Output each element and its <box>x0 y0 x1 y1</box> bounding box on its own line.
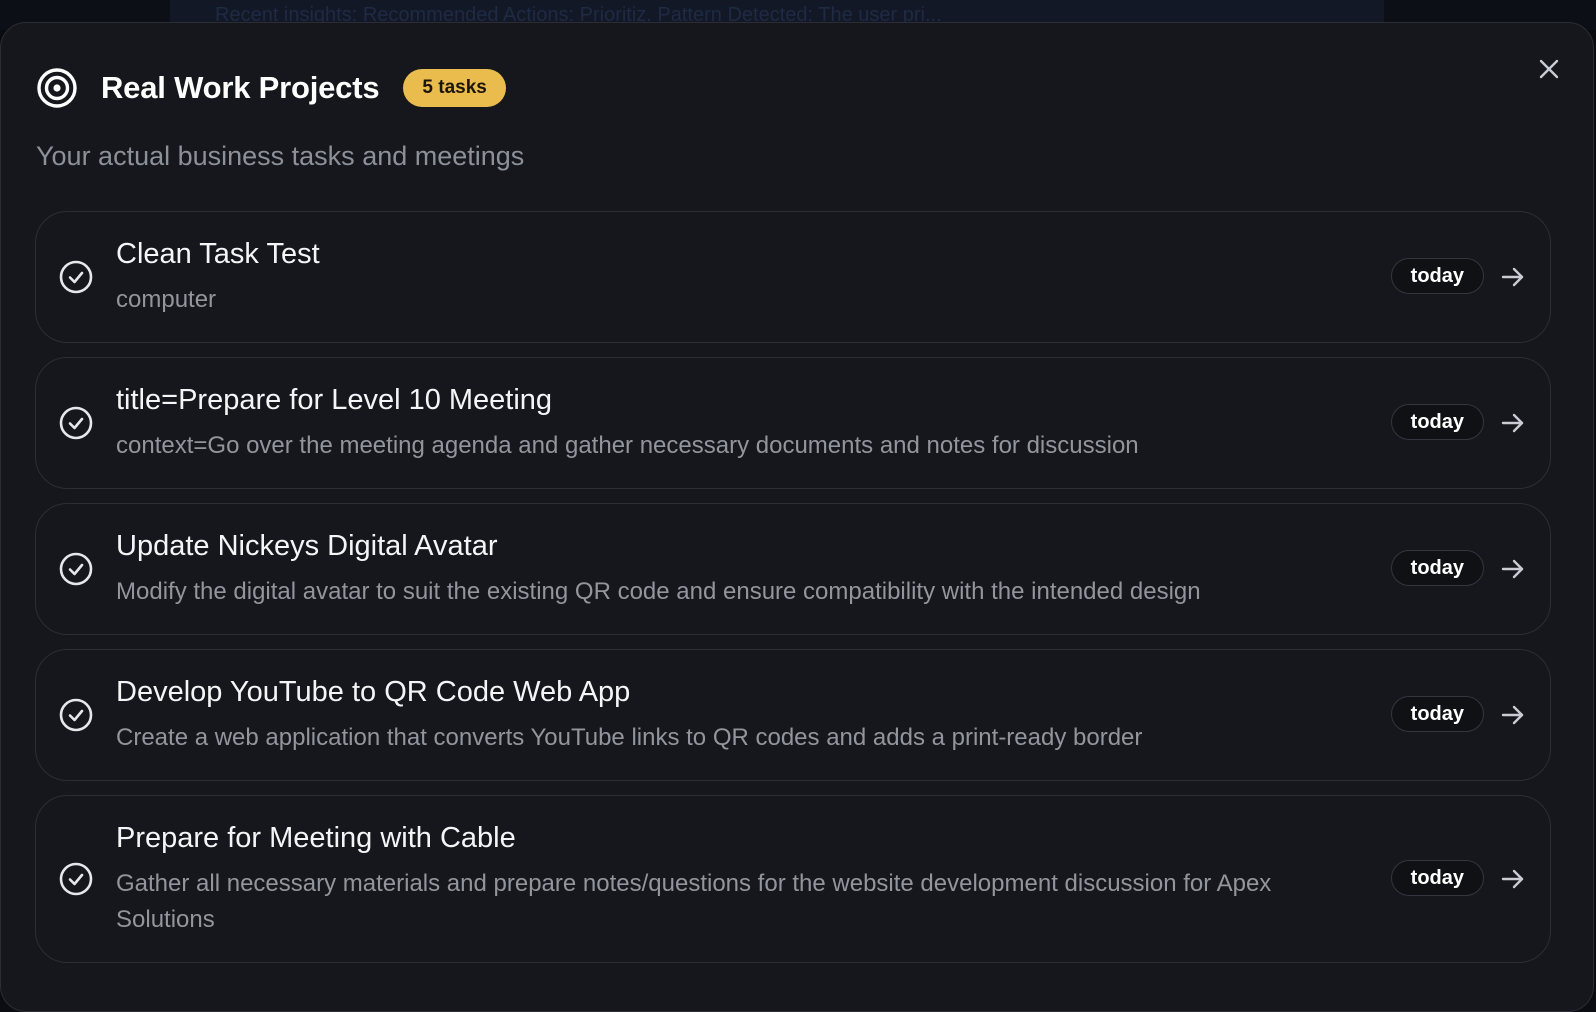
due-badge: today <box>1390 404 1484 440</box>
task-card[interactable]: title=Prepare for Level 10 Meeting conte… <box>35 357 1551 489</box>
task-description: Create a web application that converts Y… <box>116 724 1143 751</box>
task-description: context=Go over the meeting agenda and g… <box>116 432 1139 459</box>
due-badge: today <box>1390 696 1484 732</box>
check-circle-icon[interactable] <box>58 259 94 295</box>
target-icon <box>37 68 77 108</box>
check-circle-icon[interactable] <box>58 551 94 587</box>
task-card[interactable]: Prepare for Meeting with Cable Gather al… <box>35 795 1551 963</box>
task-card[interactable]: Develop YouTube to QR Code Web App Creat… <box>35 649 1551 781</box>
task-title: title=Prepare for Level 10 Meeting <box>116 384 553 416</box>
task-description: Gather all necessary materials and prepa… <box>116 870 1272 933</box>
arrow-right-icon[interactable] <box>1500 264 1526 290</box>
arrow-right-icon[interactable] <box>1500 866 1526 892</box>
check-circle-icon[interactable] <box>58 861 94 897</box>
arrow-right-icon[interactable] <box>1500 556 1526 582</box>
arrow-right-icon[interactable] <box>1500 410 1526 436</box>
arrow-right-icon[interactable] <box>1500 702 1526 728</box>
check-circle-icon[interactable] <box>58 697 94 733</box>
real-work-projects-modal: Real Work Projects 5 tasks Your actual b… <box>0 22 1594 1012</box>
modal-subtitle: Your actual business tasks and meetings <box>36 141 525 171</box>
task-title: Prepare for Meeting with Cable <box>116 822 516 854</box>
task-card[interactable]: Clean Task Test computer today <box>35 211 1551 343</box>
task-title: Develop YouTube to QR Code Web App <box>116 676 631 708</box>
modal-title: Real Work Projects <box>101 70 380 105</box>
due-badge: today <box>1390 550 1484 586</box>
task-description: computer <box>116 286 217 313</box>
task-title: Clean Task Test <box>116 238 320 270</box>
task-title: Update Nickeys Digital Avatar <box>116 530 498 562</box>
task-description: Modify the digital avatar to suit the ex… <box>116 578 1201 605</box>
task-count-badge: 5 tasks <box>403 69 506 107</box>
task-card[interactable]: Update Nickeys Digital Avatar Modify the… <box>35 503 1551 635</box>
check-circle-icon[interactable] <box>58 405 94 441</box>
modal-header: Real Work Projects 5 tasks <box>36 67 506 109</box>
due-badge: today <box>1390 258 1484 294</box>
due-badge: today <box>1390 860 1484 896</box>
close-icon[interactable] <box>1535 55 1563 83</box>
task-list: Clean Task Test computer today title=Pre… <box>35 211 1551 977</box>
